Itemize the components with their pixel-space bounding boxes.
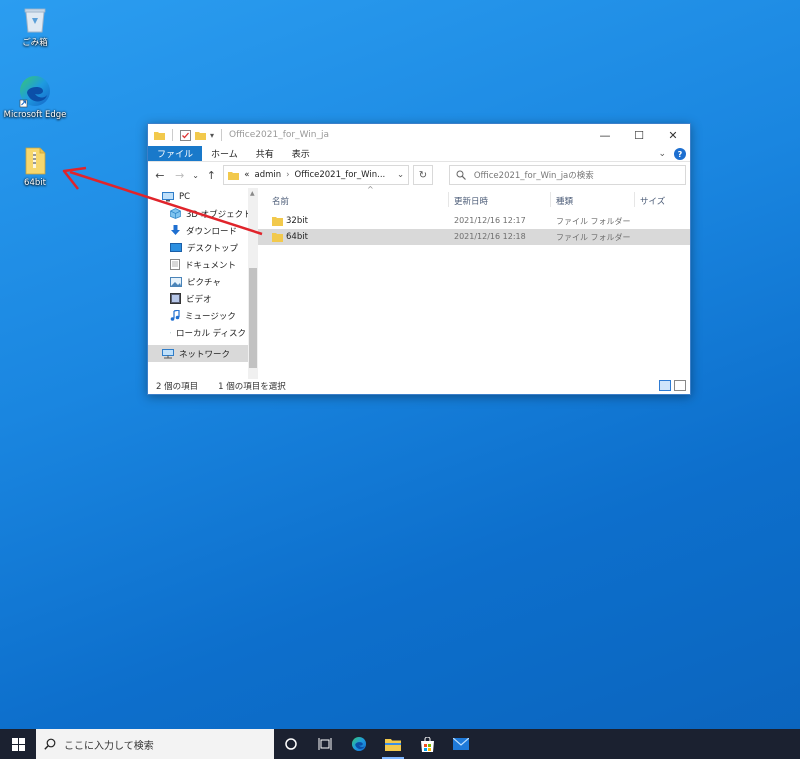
store-icon: [420, 736, 434, 752]
file-explorer-icon: [385, 739, 401, 751]
cortana-circle-icon: [285, 738, 297, 750]
taskbar-edge-button[interactable]: [342, 729, 376, 759]
taskbar-file-explorer-button[interactable]: [376, 729, 410, 759]
taskbar: ここに入力して検索: [0, 729, 800, 759]
taskbar-search-box[interactable]: ここに入力して検索: [36, 729, 274, 759]
cortana-button[interactable]: [274, 729, 308, 759]
windows-logo-icon: [11, 737, 25, 751]
search-icon: [44, 738, 56, 750]
mail-icon: [453, 738, 469, 750]
taskbar-store-button[interactable]: [410, 729, 444, 759]
edge-icon: [351, 736, 367, 752]
task-view-button[interactable]: [308, 729, 342, 759]
taskbar-search-placeholder: ここに入力して検索: [64, 740, 154, 752]
annotation-arrow-icon: [62, 166, 263, 236]
task-view-icon: [318, 738, 332, 750]
taskbar-mail-button[interactable]: [444, 729, 478, 759]
start-button[interactable]: [0, 729, 36, 759]
